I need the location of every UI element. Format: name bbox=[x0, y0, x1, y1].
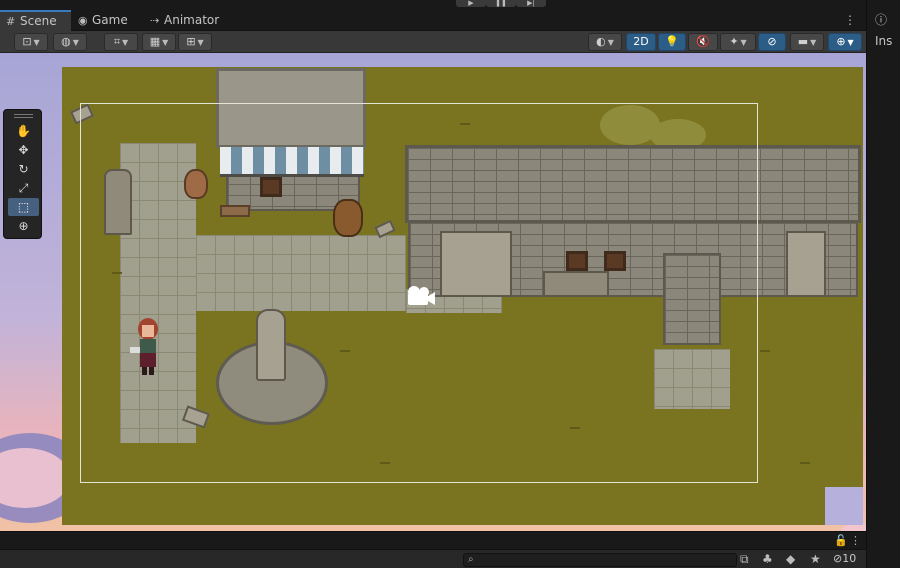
camera-bounds-frame bbox=[80, 103, 758, 483]
grid-snap-icon: ⌗ bbox=[113, 35, 121, 48]
favorite-star-icon[interactable]: ★ bbox=[810, 552, 821, 566]
search-icon: ⌕ bbox=[468, 554, 474, 565]
hand-icon: ✋ bbox=[16, 124, 31, 138]
grid-icon: # bbox=[6, 15, 16, 28]
global-local-dropdown[interactable]: ◍ ▼ bbox=[53, 33, 87, 51]
chevron-down-icon: ▼ bbox=[740, 38, 747, 47]
scene-viewport[interactable]: ✋ ✥ ↻ ⤢ ⬚ ⊕ bbox=[0, 53, 866, 531]
camera-icon: ▬ bbox=[797, 35, 809, 48]
rect-tool[interactable]: ⬚ bbox=[8, 198, 39, 216]
increment-snap-dropdown[interactable]: ⊞ ▼ bbox=[178, 33, 212, 51]
search-input[interactable]: ⌕ bbox=[463, 553, 737, 567]
eye-slash-icon: ⊘ bbox=[767, 35, 777, 48]
filter-icon[interactable]: ♣ bbox=[762, 552, 773, 566]
grid-snapping-dropdown[interactable]: ⌗ ▼ bbox=[104, 33, 138, 51]
chevron-down-icon: ▼ bbox=[162, 38, 169, 47]
hidden-objects-toggle[interactable]: ⊘ bbox=[758, 33, 786, 51]
tilemap-edge bbox=[825, 487, 863, 525]
transform-tool[interactable]: ⊕ bbox=[8, 217, 39, 235]
chevron-down-icon: ▼ bbox=[847, 38, 854, 47]
chevron-down-icon: ▼ bbox=[810, 38, 817, 47]
tab-scene[interactable]: # Scene bbox=[0, 10, 71, 31]
toggle-2d-label: 2D bbox=[633, 35, 649, 48]
scene-tools-overlay: ✋ ✥ ↻ ⤢ ⬚ ⊕ bbox=[3, 109, 42, 239]
lighting-toggle[interactable]: 💡 bbox=[658, 33, 686, 51]
audio-mute-icon: 🔇 bbox=[696, 35, 710, 48]
panel-menu-icon[interactable]: ⋮ bbox=[850, 534, 861, 547]
animator-icon: ⇢ bbox=[150, 14, 160, 27]
bottom-status-bar: ⌕ ⧉ ♣ ◆ ★ ⊘10 bbox=[0, 549, 866, 568]
hall-doorway bbox=[786, 231, 826, 297]
ruler-icon: ⊞ bbox=[186, 35, 196, 48]
move-tool[interactable]: ✥ bbox=[8, 141, 39, 159]
tab-game-label: Game bbox=[92, 13, 128, 27]
chevron-down-icon: ▼ bbox=[197, 38, 204, 47]
play-controls-strip: ▶ ❚❚ ▶| bbox=[0, 0, 900, 10]
grid-icon: ▦ bbox=[149, 35, 161, 48]
label-icon[interactable]: ◆ bbox=[786, 552, 795, 566]
tab-animator-label: Animator bbox=[164, 13, 220, 27]
rect-icon: ⬚ bbox=[17, 200, 30, 214]
search-by-type-icon[interactable]: ⧉ bbox=[740, 552, 749, 567]
toggle-2d-button[interactable]: 2D bbox=[626, 33, 656, 51]
info-icon: ⓘ bbox=[875, 13, 888, 27]
step-button[interactable]: ▶| bbox=[516, 0, 546, 7]
drag-handle[interactable] bbox=[14, 114, 33, 118]
gizmo-icon: ⊕ bbox=[836, 35, 846, 48]
globe-icon: ◍ bbox=[61, 35, 71, 48]
rotate-icon: ↻ bbox=[18, 162, 29, 176]
tab-scene-label: Scene bbox=[20, 14, 57, 28]
effects-icon: ✦ bbox=[729, 35, 739, 48]
chevron-down-icon: ▼ bbox=[122, 38, 129, 47]
hidden-count-value: 10 bbox=[842, 552, 857, 565]
pause-button[interactable]: ❚❚ bbox=[486, 0, 516, 7]
bottom-panel-header: 🔓 ⋮ bbox=[0, 531, 866, 549]
grid-visibility-dropdown[interactable]: ▦ ▼ bbox=[142, 33, 176, 51]
shading-icon: ◐ bbox=[596, 35, 606, 48]
scene-toolbar: ⊡ ▼ ◍ ▼ ⌗ ▼ ▦ ▼ ⊞ ▼ ◐ ▼ 2D 💡 🔇 ✦ ▼ ⊘ ▬ ▼ ⊕ ▼ bbox=[0, 31, 866, 53]
move-icon: ✥ bbox=[18, 143, 29, 157]
tab-animator[interactable]: ⇢ Animator bbox=[144, 10, 228, 31]
lock-icon[interactable]: 🔓 bbox=[834, 534, 848, 547]
tab-game[interactable]: ◉ Game bbox=[72, 10, 144, 31]
chevron-down-icon: ▼ bbox=[33, 38, 40, 47]
rotate-tool[interactable]: ↻ bbox=[8, 160, 39, 178]
tab-inspector[interactable]: ⓘ Ins bbox=[867, 10, 900, 48]
hidden-objects-counter[interactable]: ⊘10 bbox=[833, 552, 856, 565]
gizmos-dropdown[interactable]: ⊕ ▼ bbox=[828, 33, 862, 51]
audio-toggle[interactable]: 🔇 bbox=[688, 33, 718, 51]
chevron-down-icon: ▼ bbox=[607, 38, 614, 47]
eye-slash-icon: ⊘ bbox=[833, 552, 843, 565]
effects-dropdown[interactable]: ✦ ▼ bbox=[720, 33, 756, 51]
editor-tab-bar: # Scene ◉ Game ⇢ Animator ⋮ bbox=[0, 10, 866, 31]
hand-tool[interactable]: ✋ bbox=[8, 122, 39, 140]
pivot-icon: ⊡ bbox=[22, 35, 32, 48]
grass-tuft bbox=[760, 346, 770, 352]
tab-inspector-label: Ins bbox=[875, 34, 893, 48]
grass-tuft bbox=[800, 458, 810, 464]
scale-icon: ⤢ bbox=[18, 181, 29, 195]
tab-menu-icon[interactable]: ⋮ bbox=[844, 10, 856, 31]
tool-handle-dropdown[interactable]: ⊡ ▼ bbox=[14, 33, 48, 51]
play-button[interactable]: ▶ bbox=[456, 0, 486, 7]
draw-mode-dropdown[interactable]: ◐ ▼ bbox=[588, 33, 622, 51]
inspector-panel: ⓘ Ins bbox=[866, 0, 900, 568]
transform-icon: ⊕ bbox=[18, 219, 29, 233]
scale-tool[interactable]: ⤢ bbox=[8, 179, 39, 197]
gamepad-icon: ◉ bbox=[78, 14, 88, 27]
camera-dropdown[interactable]: ▬ ▼ bbox=[790, 33, 824, 51]
lightbulb-icon: 💡 bbox=[665, 35, 679, 48]
chevron-down-icon: ▼ bbox=[72, 38, 79, 47]
